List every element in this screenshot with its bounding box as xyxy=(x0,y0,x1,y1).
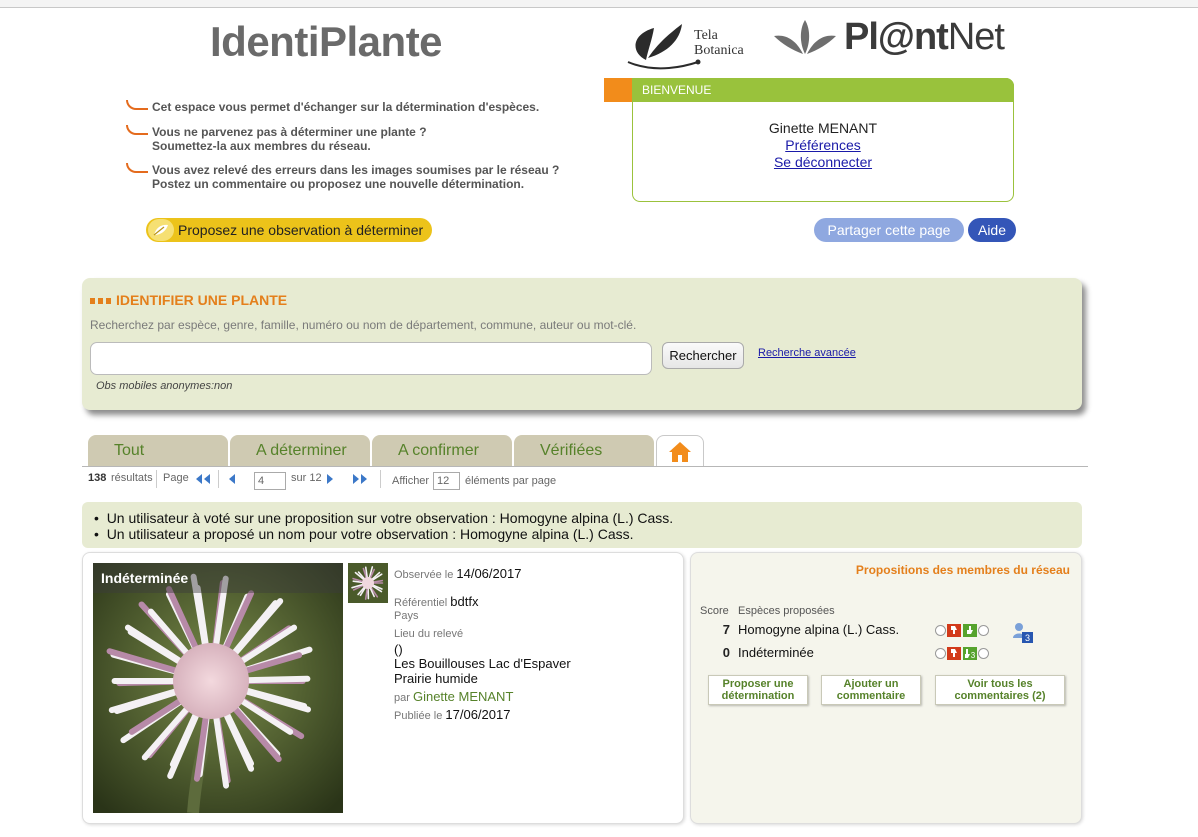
notification-item: • Un utilisateur à voté sur une proposit… xyxy=(94,510,674,526)
thumb-up-icon[interactable]: 3 xyxy=(963,646,977,660)
next-page-icon[interactable] xyxy=(325,473,335,488)
search-hint: Recherchez par espèce, genre, famille, n… xyxy=(90,318,637,332)
results-count: 138 xyxy=(88,472,107,484)
swirl-icon xyxy=(126,100,148,110)
vote-controls: 3 xyxy=(935,646,989,660)
tab-all[interactable]: Tout xyxy=(88,435,228,466)
total-pages-label: sur 12 xyxy=(291,472,322,484)
propose-determination-button[interactable]: Proposer une détermination xyxy=(708,675,808,705)
page-number-input[interactable]: 4 xyxy=(254,472,286,490)
last-page-icon[interactable] xyxy=(351,473,369,488)
search-title: IDENTIFIER UNE PLANTE xyxy=(90,292,287,308)
propose-observation-button[interactable]: Proposez une observation à déterminer xyxy=(146,218,432,242)
thumb-up-icon[interactable] xyxy=(963,623,977,637)
tabs-baseline xyxy=(82,466,1088,467)
vote-yes-radio[interactable] xyxy=(978,624,989,636)
published-date: Publiée le 17/06/2017 xyxy=(394,707,511,722)
place-line: Les Bouillouses Lac d'Espaver xyxy=(394,656,571,671)
species-header: Espèces proposées xyxy=(738,605,835,617)
notifications-panel: • Un utilisateur à voté sur une proposit… xyxy=(82,502,1082,548)
search-button[interactable]: Rechercher xyxy=(662,342,744,369)
score-header: Score xyxy=(700,605,729,617)
heading-marker xyxy=(604,78,632,102)
tela-botanica-wordmark: Tela Botanica xyxy=(694,28,744,58)
country-label: Pays xyxy=(394,610,419,622)
svg-text:3: 3 xyxy=(1025,633,1030,643)
svg-text:3: 3 xyxy=(971,651,976,659)
observation-status: Indéterminée xyxy=(93,563,343,593)
preferences-link[interactable]: Préférences xyxy=(632,137,1014,153)
intro-line-3: Vous avez relevé des erreurs dans les im… xyxy=(126,163,559,191)
vote-yes-radio[interactable] xyxy=(978,647,989,659)
propose-observation-label: Proposez une observation à déterminer xyxy=(178,222,424,238)
tab-verified[interactable]: Vérifiées xyxy=(514,435,654,466)
results-label: résultats xyxy=(111,472,153,484)
observation-photo[interactable] xyxy=(93,563,343,813)
swirl-icon xyxy=(126,125,148,135)
page-label: Page xyxy=(163,472,189,484)
place-line: () xyxy=(394,642,403,657)
thumb-down-icon[interactable] xyxy=(947,623,961,637)
tab-to-confirm[interactable]: A confirmer xyxy=(372,435,512,466)
leaf-icon xyxy=(148,219,174,241)
help-button[interactable]: Aide xyxy=(968,218,1016,242)
tab-to-determine[interactable]: A déterminer xyxy=(230,435,370,466)
referential: Référentiel bdtfx xyxy=(394,594,479,609)
per-page-suffix: éléments par page xyxy=(465,475,557,487)
plantnet-leaf-icon[interactable] xyxy=(772,18,838,63)
proposal-species[interactable]: Homogyne alpina (L.) Cass. xyxy=(738,622,899,637)
observation-thumbnail[interactable] xyxy=(348,563,388,603)
separator xyxy=(218,470,219,488)
author-link[interactable]: Ginette MENANT xyxy=(413,689,513,704)
welcome-heading: BIENVENUE xyxy=(604,78,1014,102)
add-comment-button[interactable]: Ajouter un commentaire xyxy=(821,675,921,705)
thumb-down-icon[interactable] xyxy=(947,646,961,660)
vote-no-radio[interactable] xyxy=(935,624,946,636)
intro-line-1: Cet espace vous permet d'échanger sur la… xyxy=(126,100,539,114)
see-all-comments-button[interactable]: Voir tous les commentaires (2) xyxy=(935,675,1065,705)
separator xyxy=(156,470,157,488)
proposal-score: 7 xyxy=(722,622,730,637)
home-icon xyxy=(669,441,691,462)
app-title: IdentiPlante xyxy=(210,18,443,65)
tab-home[interactable] xyxy=(656,435,704,467)
author: par Ginette MENANT xyxy=(394,689,514,704)
browser-top-strip xyxy=(0,0,1198,8)
welcome-username: Ginette MENANT xyxy=(768,120,878,136)
prev-page-icon[interactable] xyxy=(227,473,237,488)
first-page-icon[interactable] xyxy=(194,473,212,488)
place-label: Lieu du relevé xyxy=(394,628,464,640)
notification-item: • Un utilisateur a proposé un nom pour v… xyxy=(94,526,634,542)
mobile-obs-note: Obs mobiles anonymes:non xyxy=(96,380,233,392)
intro-line-2: Vous ne parvenez pas à déterminer une pl… xyxy=(126,125,427,153)
swirl-icon xyxy=(126,163,148,173)
title-dots-icon xyxy=(90,298,112,305)
proposal-score: 0 xyxy=(722,645,730,660)
vote-no-radio[interactable] xyxy=(935,647,946,659)
place-line: Prairie humide xyxy=(394,671,478,686)
show-label: Afficher xyxy=(392,475,430,487)
share-page-button[interactable]: Partager cette page xyxy=(814,218,964,242)
search-input[interactable] xyxy=(90,342,652,375)
proposals-title: Propositions des membres du réseau xyxy=(855,563,1070,577)
logout-link[interactable]: Se déconnecter xyxy=(632,154,1014,170)
plantnet-wordmark[interactable]: Pl@ntNet xyxy=(844,16,1005,59)
proposal-species[interactable]: Indéterminée xyxy=(738,645,814,660)
advanced-search-link[interactable]: Recherche avancée xyxy=(758,347,856,359)
per-page-input[interactable]: 12 xyxy=(433,472,460,490)
voters-icon[interactable]: 3 xyxy=(1012,622,1034,644)
separator xyxy=(380,470,381,488)
observed-date: Observée le 14/06/2017 xyxy=(394,566,522,581)
vote-controls xyxy=(935,623,989,637)
